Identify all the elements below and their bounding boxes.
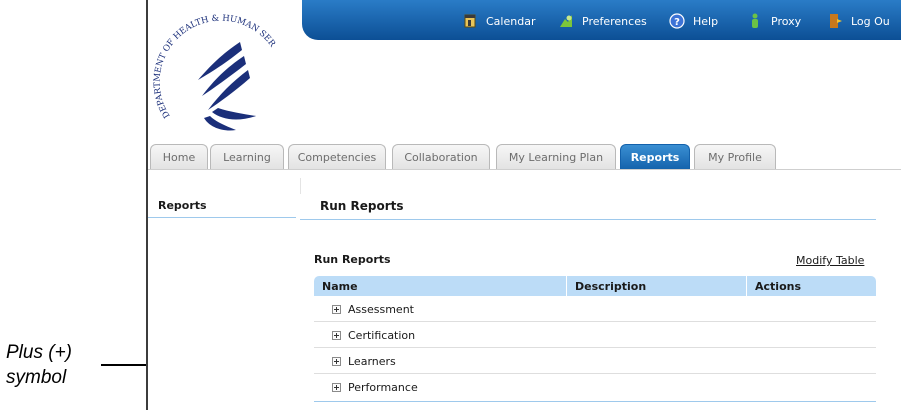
tab-my-learning-plan[interactable]: My Learning Plan [496,144,616,170]
expand-plus-icon[interactable] [332,383,341,392]
section-header: Run Reports [300,194,876,220]
help-icon: ? [669,12,685,30]
left-panel: Reports [148,194,296,218]
callout-line-1: Plus (+) [6,342,72,363]
nav-help[interactable]: ? Help [669,10,718,32]
top-nav-bar: Calendar Preferences ? Help Proxy Log Ou [302,0,901,40]
left-panel-title[interactable]: Reports [158,199,207,212]
nav-proxy-label: Proxy [771,14,802,28]
tab-competencies[interactable]: Competencies [288,144,386,170]
proxy-icon [747,12,763,30]
table-row: Learners [314,349,876,374]
main-tabs: Home Learning Competencies Collaboration… [148,142,901,170]
table-caption: Run Reports [314,253,391,266]
column-header-description[interactable]: Description [566,276,746,296]
column-header-name[interactable]: Name [314,276,566,296]
expand-plus-icon[interactable] [332,330,341,340]
column-header-actions[interactable]: Actions [746,276,876,296]
tab-collaboration[interactable]: Collaboration [392,144,490,170]
tab-home[interactable]: Home [150,144,208,170]
panel-divider [300,178,301,194]
nav-preferences-label: Preferences [582,14,647,28]
tab-my-profile[interactable]: My Profile [694,144,776,170]
row-name[interactable]: Certification [348,329,415,342]
table-row: Assessment [314,297,876,322]
calendar-icon [462,12,478,30]
table-bottom-border [314,401,876,402]
nav-logout-label: Log Ou [851,14,890,28]
row-name[interactable]: Assessment [348,303,414,316]
table-row: Performance [314,375,876,400]
expand-plus-icon[interactable] [332,304,341,314]
page-title: Run Reports [320,199,404,213]
nav-calendar-label: Calendar [486,14,536,28]
nav-logout[interactable]: Log Ou [827,10,890,32]
nav-calendar[interactable]: Calendar [462,10,535,32]
nav-help-label: Help [693,14,719,28]
tab-reports[interactable]: Reports [620,144,690,170]
row-name[interactable]: Learners [348,355,396,368]
nav-preferences[interactable]: Preferences [558,10,647,32]
logout-icon [827,12,843,30]
table-header: Name Description Actions [314,276,876,296]
expand-plus-icon[interactable] [332,356,341,366]
preferences-icon [558,12,574,30]
tab-learning[interactable]: Learning [210,144,284,170]
row-name[interactable]: Performance [348,381,418,394]
app-window: DEPARTMENT OF HEALTH & HUMAN SERVICES · … [146,0,901,410]
hhs-eagle-logo: DEPARTMENT OF HEALTH & HUMAN SERVICES · … [152,8,277,131]
nav-proxy[interactable]: Proxy [747,10,801,32]
callout-line-2: symbol [6,367,67,388]
svg-text:?: ? [674,17,680,28]
table-row: Certification [314,323,876,348]
modify-table-link[interactable]: Modify Table [796,254,864,267]
tabs-baseline [148,169,901,170]
